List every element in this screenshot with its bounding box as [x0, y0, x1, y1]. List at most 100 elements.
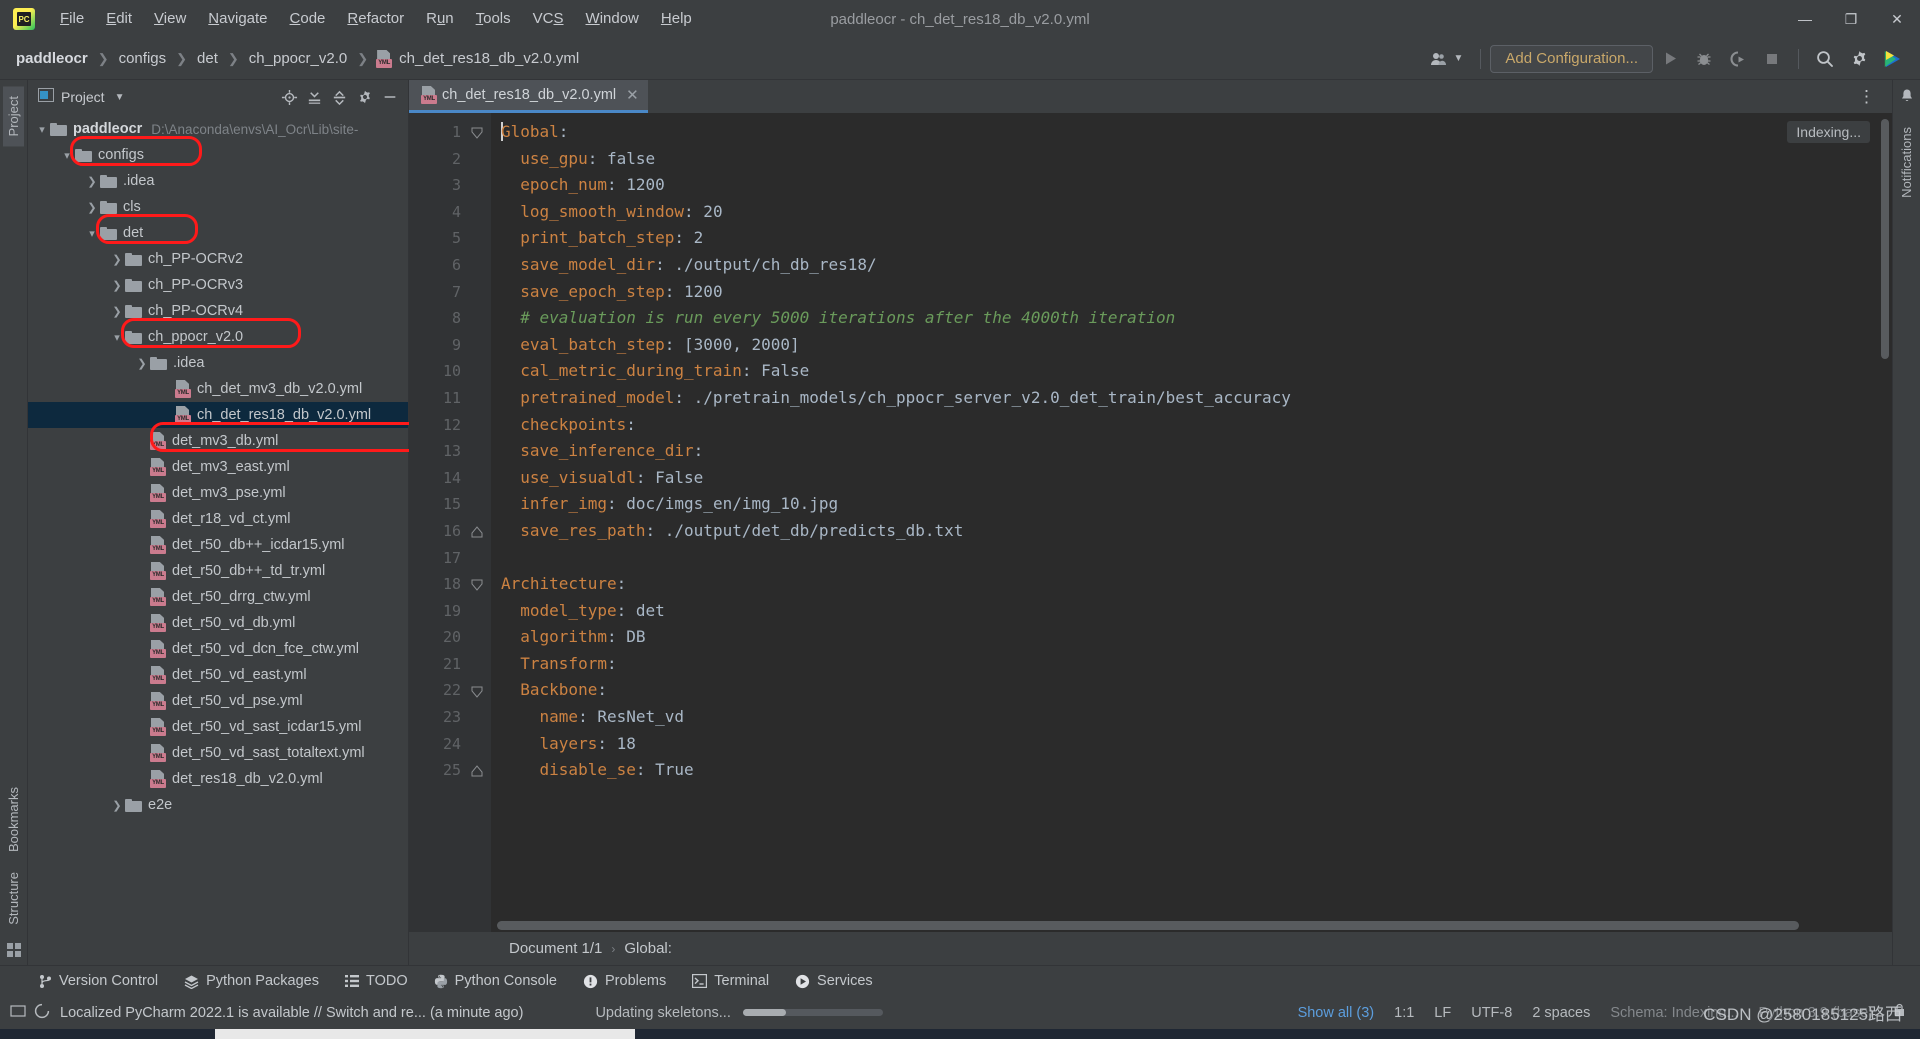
- tree-row[interactable]: YML ch_det_res18_db_v2.0.yml: [28, 402, 408, 428]
- code-line[interactable]: save_inference_dir:: [501, 438, 1892, 465]
- scrollbar-thumb[interactable]: [1881, 119, 1889, 359]
- tree-row[interactable]: YML ch_det_mv3_db_v2.0.yml: [28, 376, 408, 402]
- rail-tab-bookmarks[interactable]: Bookmarks: [3, 777, 24, 862]
- code-line[interactable]: # evaluation is run every 5000 iteration…: [501, 305, 1892, 332]
- editor-tab-active[interactable]: YML ch_det_res18_db_v2.0.yml ✕: [409, 80, 648, 113]
- notifications-bell-icon[interactable]: [1899, 88, 1915, 109]
- file-encoding[interactable]: UTF-8: [1471, 1005, 1512, 1021]
- chevron-down-icon[interactable]: ▾: [109, 331, 125, 344]
- code-line[interactable]: save_res_path: ./output/det_db/predicts_…: [501, 518, 1892, 545]
- menu-view[interactable]: View: [143, 0, 197, 38]
- tree-row[interactable]: YML det_r50_drrg_ctw.yml: [28, 584, 408, 610]
- tree-row[interactable]: ▾ paddleocr D:\Anaconda\envs\AI_Ocr\Lib\si…: [28, 116, 408, 142]
- chevron-right-icon[interactable]: ❯: [109, 799, 125, 812]
- minimize-button[interactable]: —: [1782, 0, 1828, 38]
- code-line[interactable]: algorithm: DB: [501, 624, 1892, 651]
- chevron-right-icon[interactable]: ❯: [84, 201, 100, 214]
- fold-end-icon[interactable]: [470, 763, 483, 777]
- scrollbar-thumb[interactable]: [497, 921, 1799, 930]
- stop-button[interactable]: [1757, 45, 1787, 73]
- editor-vertical-scrollbar[interactable]: [1878, 113, 1892, 932]
- tree-row[interactable]: ▾ configs: [28, 142, 408, 168]
- rail-tab-project[interactable]: Project: [3, 86, 24, 147]
- run-button[interactable]: [1655, 45, 1685, 73]
- line-separator[interactable]: LF: [1434, 1005, 1451, 1021]
- tree-row[interactable]: YML det_r50_vd_pse.yml: [28, 688, 408, 714]
- tree-row[interactable]: YML det_r50_vd_east.yml: [28, 662, 408, 688]
- code-line[interactable]: model_type: det: [501, 598, 1892, 625]
- code-line[interactable]: Transform:: [501, 651, 1892, 678]
- memory-indicator-icon[interactable]: [10, 1003, 26, 1023]
- code-line[interactable]: checkpoints:: [501, 412, 1892, 439]
- app-logo-button[interactable]: [1878, 45, 1908, 73]
- tree-row[interactable]: YML det_mv3_pse.yml: [28, 480, 408, 506]
- chevron-down-icon[interactable]: ▾: [34, 123, 50, 136]
- breadcrumb-item-configs[interactable]: configs: [117, 48, 169, 69]
- chevron-down-icon[interactable]: ▼: [115, 92, 125, 103]
- menu-refactor[interactable]: Refactor: [336, 0, 415, 38]
- fold-open-icon[interactable]: [470, 684, 483, 698]
- code-content[interactable]: Global: use_gpu: false epoch_num: 1200 l…: [491, 113, 1892, 932]
- chevron-right-icon[interactable]: ❯: [109, 253, 125, 266]
- code-line[interactable]: Backbone:: [501, 677, 1892, 704]
- show-all-link[interactable]: Show all (3): [1298, 1005, 1375, 1021]
- code-line[interactable]: disable_se: True: [501, 757, 1892, 784]
- tree-row[interactable]: YML det_mv3_db.yml: [28, 428, 408, 454]
- editor-horizontal-scrollbar[interactable]: [491, 921, 1876, 930]
- breadcrumb-item-ch-ppocr[interactable]: ch_ppocr_v2.0: [247, 48, 349, 69]
- hide-panel-button[interactable]: [377, 85, 402, 110]
- tool-todo[interactable]: TODO: [345, 973, 408, 989]
- maximize-button[interactable]: ❐: [1828, 0, 1874, 38]
- tool-python-console[interactable]: Python Console: [434, 973, 557, 989]
- chevron-down-icon[interactable]: ▾: [84, 227, 100, 240]
- tree-row[interactable]: YML det_mv3_east.yml: [28, 454, 408, 480]
- code-line[interactable]: layers: 18: [501, 731, 1892, 758]
- debug-button[interactable]: [1689, 45, 1719, 73]
- breadcrumb-node[interactable]: Global:: [624, 940, 672, 957]
- search-everywhere-button[interactable]: [1810, 45, 1840, 73]
- project-settings-button[interactable]: [352, 85, 377, 110]
- tree-row[interactable]: YML det_r50_vd_dcn_fce_ctw.yml: [28, 636, 408, 662]
- tree-row[interactable]: ❯ e2e: [28, 792, 408, 818]
- code-line[interactable]: name: ResNet_vd: [501, 704, 1892, 731]
- tree-row[interactable]: ❯ cls: [28, 194, 408, 220]
- editor-options-menu[interactable]: ⋮: [1850, 87, 1884, 107]
- menu-vcs[interactable]: VCS: [522, 0, 575, 38]
- code-line[interactable]: pretrained_model: ./pretrain_models/ch_p…: [501, 385, 1892, 412]
- status-message[interactable]: Localized PyCharm 2022.1 is available //…: [60, 1005, 523, 1021]
- tool-services[interactable]: Services: [795, 973, 873, 989]
- breadcrumb-item-project[interactable]: paddleocr: [14, 48, 90, 69]
- tree-row[interactable]: ❯ ch_PP-OCRv2: [28, 246, 408, 272]
- fold-open-icon[interactable]: [470, 577, 483, 591]
- tree-row[interactable]: ❯ ch_PP-OCRv3: [28, 272, 408, 298]
- expand-all-button[interactable]: [302, 85, 327, 110]
- code-line[interactable]: save_model_dir: ./output/ch_db_res18/: [501, 252, 1892, 279]
- indent-size[interactable]: 2 spaces: [1532, 1005, 1590, 1021]
- rail-tab-structure[interactable]: Structure: [3, 862, 24, 935]
- code-line[interactable]: infer_img: doc/imgs_en/img_10.jpg: [501, 491, 1892, 518]
- menu-navigate[interactable]: Navigate: [197, 0, 278, 38]
- tree-row[interactable]: ❯ .idea: [28, 350, 408, 376]
- settings-button[interactable]: [1844, 45, 1874, 73]
- coverage-button[interactable]: [1723, 45, 1753, 73]
- close-button[interactable]: ✕: [1874, 0, 1920, 38]
- code-line[interactable]: log_smooth_window: 20: [501, 199, 1892, 226]
- code-line[interactable]: Global:: [501, 119, 1892, 146]
- tree-row[interactable]: ▾ ch_ppocr_v2.0: [28, 324, 408, 350]
- menu-help[interactable]: Help: [650, 0, 703, 38]
- code-line[interactable]: cal_metric_during_train: False: [501, 358, 1892, 385]
- code-line[interactable]: use_visualdl: False: [501, 465, 1892, 492]
- tool-problems[interactable]: Problems: [583, 973, 666, 989]
- user-menu-button[interactable]: ▼: [1422, 51, 1472, 67]
- breadcrumb-item-file[interactable]: ch_det_res18_db_v2.0.yml: [397, 48, 581, 69]
- background-tasks-icon[interactable]: [34, 1003, 50, 1023]
- code-line[interactable]: print_batch_step: 2: [501, 225, 1892, 252]
- chevron-right-icon[interactable]: ❯: [134, 357, 150, 370]
- tree-row[interactable]: YML det_res18_db_v2.0.yml: [28, 766, 408, 792]
- menu-window[interactable]: Window: [575, 0, 650, 38]
- tree-row[interactable]: YML det_r50_vd_db.yml: [28, 610, 408, 636]
- fold-open-icon[interactable]: [470, 125, 483, 139]
- locate-file-button[interactable]: [277, 85, 302, 110]
- menu-tools[interactable]: Tools: [465, 0, 522, 38]
- tree-row[interactable]: YML det_r50_db++_icdar15.yml: [28, 532, 408, 558]
